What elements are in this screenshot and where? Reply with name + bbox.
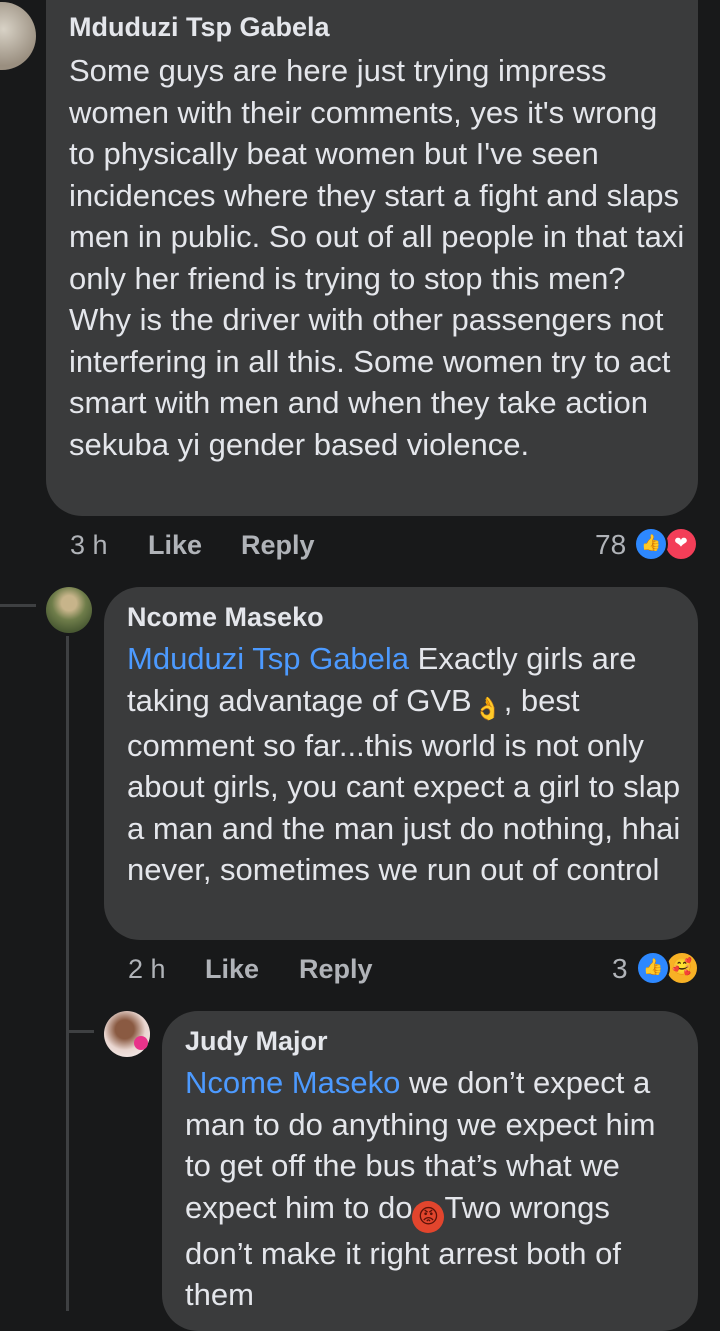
- reply-text: Ncome Maseko we don’t expect a man to do…: [185, 1062, 685, 1316]
- love-reaction-icon: ❤: [664, 527, 698, 561]
- mention-link[interactable]: Ncome Maseko: [185, 1065, 400, 1100]
- comment-author[interactable]: Mduduzi Tsp Gabela: [69, 12, 330, 43]
- like-reaction-icon: 👍: [634, 527, 668, 561]
- like-button[interactable]: Like: [205, 954, 259, 985]
- care-reaction-icon: 🥰: [665, 951, 699, 985]
- thread-line: [66, 636, 69, 1311]
- ok-hand-emoji-icon: 👌: [473, 695, 502, 721]
- comment-meta: 3 h: [70, 530, 108, 561]
- thread-line: [68, 1030, 94, 1033]
- reaction-count[interactable]: 78: [595, 529, 626, 561]
- avatar-judy[interactable]: [104, 1011, 150, 1057]
- reply-meta: 2 h: [128, 954, 166, 985]
- reply-author[interactable]: Ncome Maseko: [127, 602, 324, 633]
- badge-icon: [134, 1036, 148, 1050]
- reply-text: Mduduzi Tsp Gabela Exactly girls are tak…: [127, 638, 687, 891]
- mention-link[interactable]: Mduduzi Tsp Gabela: [127, 641, 409, 676]
- reply-time[interactable]: 2 h: [128, 954, 166, 984]
- reply-button[interactable]: Reply: [241, 530, 315, 561]
- thread-line: [0, 604, 36, 607]
- reaction-count[interactable]: 3: [612, 953, 628, 985]
- comment-text: Some guys are here just trying impress w…: [69, 53, 685, 462]
- reply-button[interactable]: Reply: [299, 954, 373, 985]
- reply-author[interactable]: Judy Major: [185, 1026, 328, 1057]
- avatar-ncome[interactable]: [46, 587, 92, 633]
- comment-time[interactable]: 3 h: [70, 530, 108, 560]
- like-button[interactable]: Like: [148, 530, 202, 561]
- angry-face-emoji-icon: 😡: [412, 1200, 445, 1233]
- avatar-mduduzi[interactable]: [0, 2, 36, 70]
- like-reaction-icon: 👍: [636, 951, 670, 985]
